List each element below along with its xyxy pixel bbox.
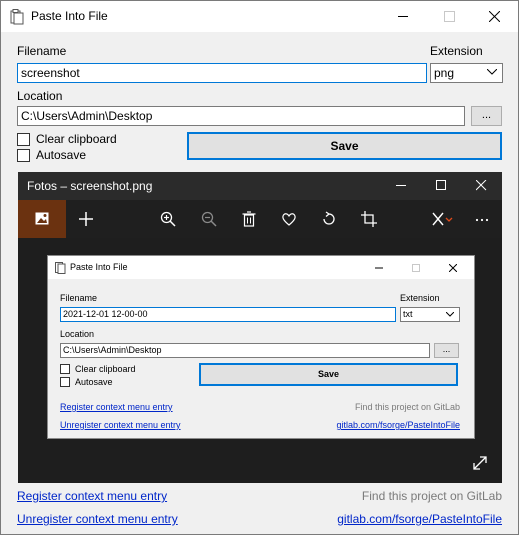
preview-extension-label: Extension bbox=[400, 293, 440, 303]
image-icon bbox=[35, 212, 49, 225]
window-title: Paste Into File bbox=[31, 9, 108, 23]
zoom-out-icon bbox=[189, 200, 229, 238]
fullscreen-icon bbox=[473, 456, 487, 470]
clear-clipboard-label: Clear clipboard bbox=[36, 132, 117, 146]
preview-location-input: C:\Users\Admin\Desktop bbox=[60, 343, 430, 358]
chevron-down-icon bbox=[446, 312, 454, 317]
preview-project-text: Find this project on GitLab bbox=[354, 402, 460, 412]
preview-autosave-checkbox: Autosave bbox=[60, 377, 113, 387]
project-info-text: Find this project on GitLab bbox=[361, 489, 502, 503]
minimize-icon bbox=[375, 267, 383, 269]
preview-autosave-label: Autosave bbox=[75, 377, 113, 387]
chevron-down-icon bbox=[487, 69, 497, 75]
autosave-checkbox[interactable]: Autosave bbox=[17, 148, 86, 162]
close-icon bbox=[449, 264, 457, 272]
preview-clear-clipboard-checkbox: Clear clipboard bbox=[60, 364, 136, 374]
preview-clear-clipboard-label: Clear clipboard bbox=[75, 364, 136, 374]
heart-icon bbox=[269, 200, 309, 238]
checkbox-box bbox=[17, 132, 30, 146]
maximize-button[interactable] bbox=[427, 1, 473, 32]
extension-select[interactable]: png bbox=[430, 63, 503, 83]
zoom-in-icon bbox=[148, 200, 188, 238]
extension-label: Extension bbox=[430, 44, 483, 58]
document-paste-icon bbox=[10, 9, 24, 25]
filename-input[interactable]: screenshot bbox=[17, 63, 427, 83]
clipboard-image-preview: Fotos – screenshot.png Paste Into File F… bbox=[18, 172, 502, 483]
gitlab-project-link[interactable]: gitlab.com/fsorge/PasteIntoFile bbox=[337, 512, 502, 526]
checkbox-box bbox=[60, 377, 70, 387]
delete-icon bbox=[229, 200, 269, 238]
preview-register-link: Register context menu entry bbox=[60, 402, 173, 412]
more-icon bbox=[462, 200, 502, 238]
add-icon bbox=[66, 200, 106, 238]
preview-project-link: gitlab.com/fsorge/PasteIntoFile bbox=[336, 420, 460, 430]
checkbox-box bbox=[17, 148, 30, 162]
preview-dialog-title: Paste Into File bbox=[70, 262, 128, 272]
browse-button[interactable]: ... bbox=[471, 106, 502, 126]
close-button[interactable] bbox=[472, 1, 518, 32]
preview-extension-select: txt bbox=[400, 307, 460, 322]
preview-dialog-title-bar: Paste Into File bbox=[48, 256, 474, 279]
photos-close-icon bbox=[462, 172, 502, 200]
preview-filename-input: 2021-12-01 12-00-00 bbox=[60, 307, 396, 322]
checkbox-box bbox=[60, 364, 70, 374]
photos-title: Fotos – screenshot.png bbox=[27, 179, 153, 193]
photos-minimize-icon bbox=[382, 172, 422, 200]
preview-extension-value: txt bbox=[403, 309, 413, 319]
preview-save-button: Save bbox=[199, 363, 458, 386]
register-context-menu-link[interactable]: Register context menu entry bbox=[17, 489, 167, 503]
location-label: Location bbox=[17, 89, 63, 103]
minimize-icon bbox=[398, 16, 408, 17]
preview-browse-button: ... bbox=[434, 343, 459, 358]
filename-label: Filename bbox=[17, 44, 67, 58]
rotate-icon bbox=[309, 200, 349, 238]
unregister-context-menu-link[interactable]: Unregister context menu entry bbox=[17, 512, 178, 526]
extension-value: png bbox=[434, 66, 455, 80]
photos-title-bar: Fotos – screenshot.png bbox=[18, 172, 502, 200]
preview-dialog: Paste Into File Filename Extension 2021-… bbox=[47, 255, 475, 439]
autosave-label: Autosave bbox=[36, 148, 87, 162]
minimize-button[interactable] bbox=[381, 1, 427, 32]
clear-clipboard-checkbox[interactable]: Clear clipboard bbox=[17, 132, 117, 146]
close-icon bbox=[489, 11, 500, 22]
photos-image-tab bbox=[18, 200, 66, 238]
preview-filename-label: Filename bbox=[60, 293, 98, 303]
save-button[interactable]: Save bbox=[187, 132, 502, 160]
maximize-icon bbox=[444, 11, 455, 22]
title-bar: Paste Into File bbox=[1, 1, 518, 32]
crop-icon bbox=[349, 200, 389, 238]
document-paste-icon bbox=[55, 262, 66, 274]
preview-location-label: Location bbox=[60, 329, 95, 339]
photos-maximize-icon bbox=[422, 172, 462, 200]
photos-toolbar bbox=[18, 200, 502, 238]
maximize-icon bbox=[412, 264, 420, 272]
location-input[interactable]: C:\Users\Admin\Desktop bbox=[17, 106, 465, 126]
app-window: Paste Into File Filename Extension scree… bbox=[0, 0, 519, 535]
edit-create-icon bbox=[419, 200, 455, 238]
preview-unregister-link: Unregister context menu entry bbox=[60, 420, 181, 430]
